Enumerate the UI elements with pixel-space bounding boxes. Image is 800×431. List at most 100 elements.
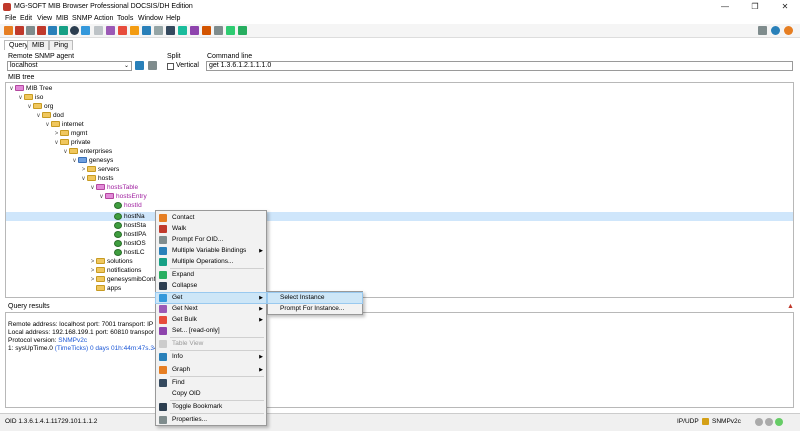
- tree-node[interactable]: apps: [89, 284, 121, 293]
- snmp-icon[interactable]: [59, 26, 68, 35]
- settings-icon[interactable]: [48, 26, 57, 35]
- tree-node[interactable]: ∨ iso: [17, 93, 43, 102]
- mib-tree-panel[interactable]: ∨ MIB Tree ∨ iso ∨ org ∨ dod ∨ internet > mgmt…: [5, 82, 794, 298]
- print-icon[interactable]: [214, 26, 223, 35]
- tree-node[interactable]: > solutions: [89, 257, 133, 266]
- contact-icon[interactable]: [4, 26, 13, 35]
- agent-tree-icon[interactable]: [148, 61, 157, 70]
- tree-node[interactable]: ∨ org: [26, 102, 53, 111]
- menu-toggle-bookmark[interactable]: Toggle Bookmark: [156, 402, 266, 412]
- tree-node[interactable]: ∨ hostsTable: [89, 183, 138, 192]
- query-results-panel[interactable]: Remote address: localhost port: 7001 tra…: [5, 312, 794, 408]
- tree-node[interactable]: ∨ hostsEntry: [98, 192, 146, 201]
- script-icon[interactable]: [202, 26, 211, 35]
- menu-properties[interactable]: Properties...: [156, 415, 266, 425]
- menu-contact[interactable]: Contact: [156, 213, 266, 223]
- separator: [170, 376, 264, 377]
- bookmark-icon[interactable]: [166, 26, 175, 35]
- menu-get-bulk[interactable]: Get Bulk ▶: [156, 315, 266, 325]
- stop-icon[interactable]: [26, 26, 35, 35]
- tree-node[interactable]: hostId: [107, 201, 142, 210]
- tree-icon[interactable]: [154, 26, 163, 35]
- tree-node[interactable]: > genesysmibConfo: [89, 275, 159, 284]
- menu-collapse[interactable]: Collapse: [156, 281, 266, 291]
- about-icon[interactable]: [784, 26, 793, 35]
- tree-node[interactable]: ∨ dod: [35, 111, 64, 120]
- menu-walk[interactable]: Walk: [156, 224, 266, 234]
- status-version: SNMPv2c: [712, 418, 741, 425]
- menu-prompt-oid[interactable]: Prompt For OID...: [156, 235, 266, 245]
- options-icon[interactable]: [758, 26, 767, 35]
- help-icon[interactable]: [771, 26, 780, 35]
- graph-icon: [159, 366, 167, 374]
- menu-snmp[interactable]: SNMP: [72, 15, 92, 22]
- chevron-down-icon[interactable]: ⌄: [124, 62, 129, 69]
- log-icon[interactable]: [226, 26, 235, 35]
- tree-node[interactable]: > servers: [80, 165, 120, 174]
- menu-set[interactable]: Set... [read-only]: [156, 326, 266, 336]
- menu-find[interactable]: Find: [156, 378, 266, 388]
- minimize-icon[interactable]: —: [710, 0, 740, 14]
- disconnect-icon[interactable]: [37, 26, 46, 35]
- menu-tools[interactable]: Tools: [117, 15, 133, 22]
- results-close-icon[interactable]: ▲: [787, 303, 794, 310]
- menu-prompt-instance[interactable]: Prompt For Instance...: [268, 304, 362, 314]
- table-icon[interactable]: [94, 26, 103, 35]
- tree-node[interactable]: ∨ enterprises: [62, 147, 112, 156]
- close-icon[interactable]: ✕: [770, 0, 800, 14]
- chevron-right-icon: ▶: [259, 354, 263, 360]
- tree-node[interactable]: ∨ MIB Tree: [8, 84, 52, 93]
- trap-icon[interactable]: [130, 26, 139, 35]
- command-input[interactable]: get 1.3.6.1.2.1.1.1.0: [206, 61, 793, 71]
- command-label: Command line: [207, 53, 253, 60]
- menu-multiple-operations[interactable]: Multiple Operations...: [156, 257, 266, 267]
- tree-node[interactable]: ∨ private: [53, 138, 90, 147]
- tree-node[interactable]: > notifications: [89, 266, 142, 275]
- tree-node[interactable]: hostSta: [107, 221, 146, 230]
- collapse-icon: [159, 282, 167, 290]
- menu-window[interactable]: Window: [138, 15, 163, 22]
- status-light-icon: [775, 418, 783, 426]
- agent-input[interactable]: localhost: [7, 61, 132, 71]
- tree-node[interactable]: hostIPA: [107, 230, 146, 239]
- menu-copy-oid[interactable]: Copy OID: [156, 389, 266, 399]
- copy-icon[interactable]: [178, 26, 187, 35]
- globe-icon[interactable]: [70, 26, 79, 35]
- monitor-icon[interactable]: [142, 26, 151, 35]
- table-view-icon: [159, 340, 167, 348]
- tree-node[interactable]: hostOS: [107, 239, 146, 248]
- info-icon[interactable]: [81, 26, 90, 35]
- menu-info[interactable]: Info ▶: [156, 352, 266, 362]
- tab-ping[interactable]: Ping: [49, 40, 74, 50]
- set-icon: [159, 327, 167, 335]
- grid-icon[interactable]: [106, 26, 115, 35]
- menu-get-next[interactable]: Get Next ▶: [156, 304, 266, 314]
- menu-mib[interactable]: MIB: [56, 15, 68, 22]
- maximize-icon[interactable]: ❐: [740, 0, 770, 14]
- chevron-right-icon: ▶: [259, 295, 263, 301]
- agent-label: Remote SNMP agent: [8, 53, 75, 60]
- menu-action[interactable]: Action: [94, 15, 113, 22]
- tree-node[interactable]: > mgmt: [53, 129, 88, 138]
- tree-node[interactable]: hostLC: [107, 248, 145, 257]
- checkmark-icon[interactable]: [238, 26, 247, 35]
- menu-get[interactable]: Get ▶: [155, 292, 267, 304]
- menu-file[interactable]: File: [5, 15, 16, 22]
- menu-edit[interactable]: Edit: [20, 15, 32, 22]
- tree-node[interactable]: ∨ internet: [44, 120, 83, 129]
- graph-icon[interactable]: [118, 26, 127, 35]
- menu-graph[interactable]: Graph ▶: [156, 365, 266, 375]
- vertical-checkbox[interactable]: [167, 63, 174, 70]
- tree-node[interactable]: ∨ genesys: [71, 156, 113, 165]
- menu-select-instance[interactable]: Select Instance: [267, 292, 363, 304]
- tab-mib[interactable]: MIB: [27, 40, 50, 50]
- menu-help[interactable]: Help: [166, 15, 180, 22]
- menu-multiple-bindings[interactable]: Multiple Variable Bindings ▶: [156, 246, 266, 256]
- walk-icon[interactable]: [15, 26, 24, 35]
- compile-icon[interactable]: [190, 26, 199, 35]
- tree-node[interactable]: hostNa: [107, 212, 145, 221]
- agent-properties-icon[interactable]: [135, 61, 144, 70]
- menu-view[interactable]: View: [37, 15, 52, 22]
- menu-expand[interactable]: Expand: [156, 270, 266, 280]
- tree-node[interactable]: ∨ hosts: [80, 174, 113, 183]
